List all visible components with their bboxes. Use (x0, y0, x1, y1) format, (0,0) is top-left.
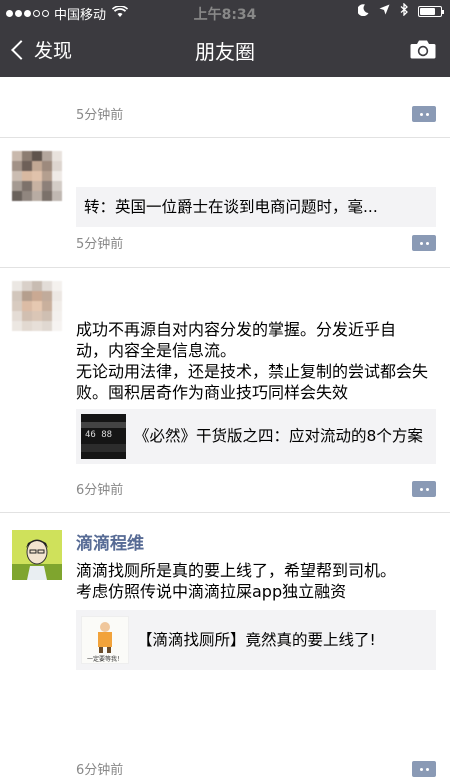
comment-icon[interactable] (412, 106, 436, 122)
card-thumbnail: 一定要等我！ (81, 616, 129, 664)
post-nickname[interactable]: 滴滴程维 (76, 529, 144, 554)
post-text-line: 滴滴找厕所是真的要上线了，希望帮到司机。 (76, 561, 397, 580)
card-thumbnail: 46 88 (81, 414, 126, 459)
comment-icon[interactable] (412, 761, 436, 777)
battery-icon (418, 6, 444, 17)
location-icon (379, 4, 390, 19)
page-title: 朋友圈 (195, 40, 255, 64)
moment-post: 滴滴程维 滴滴找厕所是真的要上线了，希望帮到司机。 考虑仿照传说中滴滴拉屎app… (0, 512, 450, 778)
card-title: 《必然》干货版之四：应对流动的8个方案 (134, 427, 423, 445)
avatar[interactable] (12, 281, 62, 331)
comment-icon[interactable] (412, 235, 436, 251)
top-bar: 中国移动 上午8:34 发现 朋友圈 (0, 0, 450, 77)
card-title: 转：英国一位爵士在谈到电商问题时，毫... (84, 197, 378, 216)
share-card[interactable]: 46 88 《必然》干货版之四：应对流动的8个方案 (76, 409, 436, 464)
post-text-line: 成功不再源自对内容分发的掌握。分发近乎自 (76, 320, 397, 339)
bluetooth-icon (400, 2, 408, 20)
comment-icon[interactable] (412, 481, 436, 497)
moment-post: 成功不再源自对内容分发的掌握。分发近乎自 动，内容全是信息流。 无论动用法律，还… (0, 267, 450, 513)
card-thumbnail-text: 46 88 (85, 430, 113, 440)
nav-bar: 发现 朋友圈 (0, 24, 450, 77)
status-right (357, 2, 444, 20)
moon-icon (357, 3, 369, 20)
post-time: 5分钟前 (76, 108, 124, 123)
post-time: 5分钟前 (76, 237, 124, 252)
avatar[interactable] (12, 530, 62, 580)
post-time: 6分钟前 (76, 763, 124, 778)
moment-post: 5分钟前 (0, 77, 450, 138)
share-card[interactable]: 一定要等我！ 【滴滴找厕所】竟然真的要上线了! (76, 610, 436, 670)
camera-icon[interactable] (410, 38, 436, 60)
share-card[interactable]: 转：英国一位爵士在谈到电商问题时，毫... (76, 187, 436, 227)
post-text-line: 无论动用法律，还是技术，禁止复制的尝试都会失败。囤积居奇作为商业技巧同样会失效 (76, 362, 429, 402)
post-time: 6分钟前 (76, 483, 124, 498)
avatar[interactable] (12, 151, 62, 201)
post-text-line: 动，内容全是信息流。 (76, 341, 237, 360)
card-title: 【滴滴找厕所】竟然真的要上线了! (137, 630, 376, 649)
card-thumbnail-text: 一定要等我！ (86, 656, 123, 663)
moment-post: 转：英国一位爵士在谈到电商问题时，毫... 5分钟前 (0, 137, 450, 268)
status-bar: 中国移动 上午8:34 (0, 0, 450, 24)
post-text: 成功不再源自对内容分发的掌握。分发近乎自 动，内容全是信息流。 无论动用法律，还… (76, 319, 436, 403)
post-text-line: 考虑仿照传说中滴滴拉屎app独立融资 (76, 582, 347, 601)
post-text: 滴滴找厕所是真的要上线了，希望帮到司机。 考虑仿照传说中滴滴拉屎app独立融资 (76, 560, 436, 602)
